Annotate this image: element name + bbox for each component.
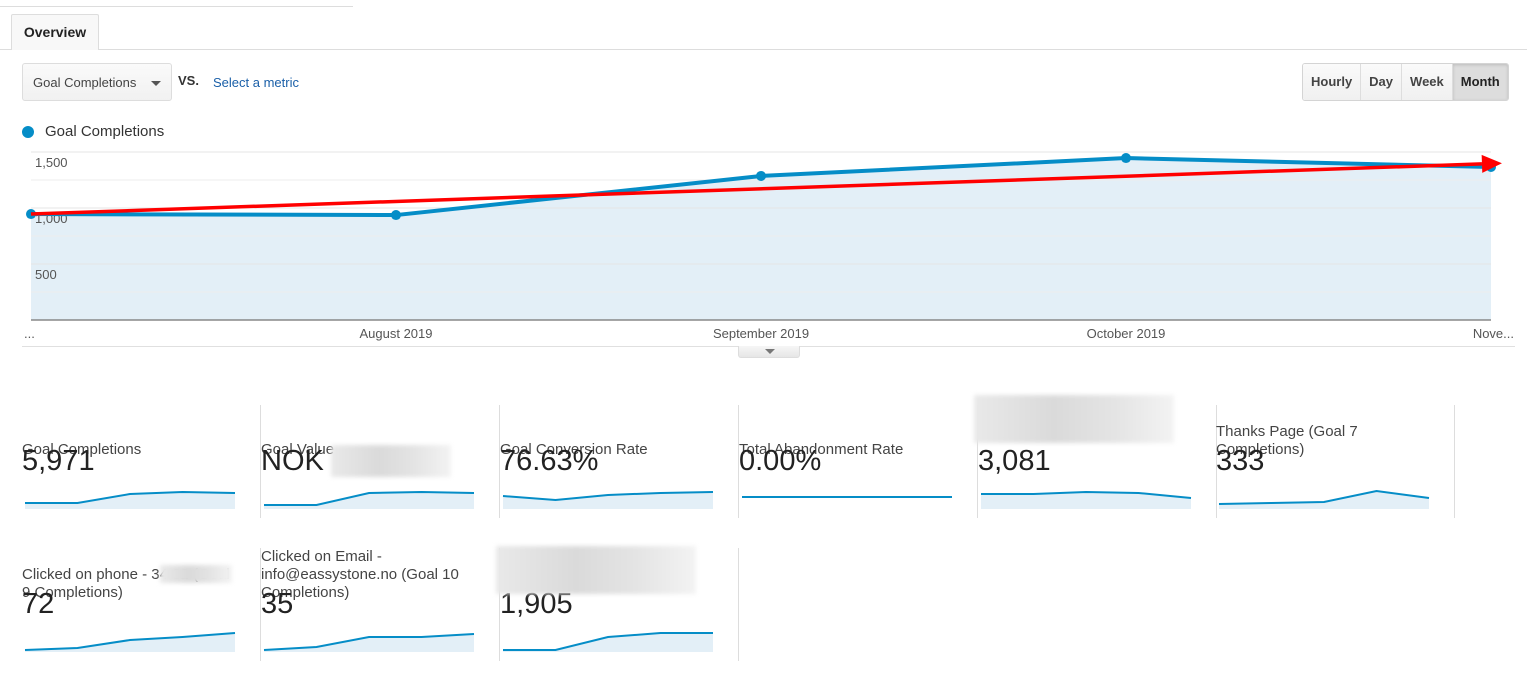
series-area [31,158,1491,320]
scorecard-value: NOK [261,445,324,477]
scorecard[interactable]: Clicked on Email - info@eassystone.no (G… [261,548,500,663]
chevron-down-icon [151,81,161,86]
legend-label: Goal Completions [45,123,165,140]
scorecard-value: 5,971 [22,445,95,477]
period-toggle: Hourly Day Week Month [1302,63,1509,101]
day-button[interactable]: Day [1361,64,1403,100]
caret-down-icon [765,349,775,354]
hourly-button[interactable]: Hourly [1303,64,1362,100]
scorecard-value: 333 [1216,445,1265,477]
sparkline [502,491,714,509]
scorecard-value: 0.00% [739,445,822,477]
scorecard[interactable]: Goal Conversion Rate 76.63% [500,405,739,520]
scorecard-value: 3,081 [978,445,1051,477]
y-tick-label: 1,500 [35,155,68,170]
scorecard[interactable]: Clicked on phone - 34 32 (Goal 9 Complet… [22,548,261,663]
metric-select-value: Goal Completions [33,75,137,90]
month-button[interactable]: Month [1452,64,1508,100]
sparkline [263,633,475,652]
x-tick-label: ... [24,326,35,341]
redacted-label [160,565,232,583]
redacted-value [331,445,451,477]
y-tick-label: 500 [35,267,57,282]
scorecard-value: 35 [261,588,294,620]
x-tick-label: October 2019 [1087,326,1166,341]
x-tick-label: August 2019 [359,326,432,341]
collapse-chart-handle[interactable] [738,346,800,358]
scorecard[interactable]: 1,905 [496,546,739,663]
top-divider [0,6,353,7]
vs-label: VS. [178,73,199,88]
select-metric-link[interactable]: Select a metric [213,75,299,90]
scorecard[interactable]: Total Abandonment Rate 0.00% [739,405,978,520]
sparkline [264,490,475,509]
scorecard[interactable]: Thanks Page (Goal 7 Completions) 333 [1216,405,1455,520]
scorecard[interactable]: Goal Value NOK [261,405,500,520]
sparkline-area [264,492,474,509]
sparkline [742,496,952,498]
scorecard-label: Clicked on Email - info@eassystone.no (G… [261,548,459,601]
sparkline [981,490,1192,509]
sparkline [24,632,236,652]
redacted-label [974,395,1174,443]
scorecard-value: 76.63% [500,445,599,477]
sparkline [1218,489,1430,509]
data-point [1121,153,1131,164]
data-point [756,170,766,181]
tab-bar-border [0,49,1527,50]
legend-dot-icon [22,125,34,138]
sparkline [25,490,236,509]
x-tick-label: Nove... [1473,326,1514,341]
data-point [391,210,401,221]
main-chart: 5001,0001,500... August 2019 September 201… [24,151,1514,341]
scorecard-divider [738,548,739,661]
x-tick-label: September 2019 [713,326,809,341]
sparkline [503,632,713,652]
week-button[interactable]: Week [1402,64,1453,100]
redacted-label [496,546,696,594]
scorecard-divider [1454,405,1455,518]
scorecard[interactable]: Goal Completions 5,971 [22,405,261,520]
scorecard[interactable]: 3,081 [974,395,1217,520]
scorecard-value: 72 [22,588,55,620]
chart-legend: Goal Completions [22,123,164,140]
metric-select[interactable]: Goal Completions [22,63,172,101]
tab-overview[interactable]: Overview [11,14,99,50]
